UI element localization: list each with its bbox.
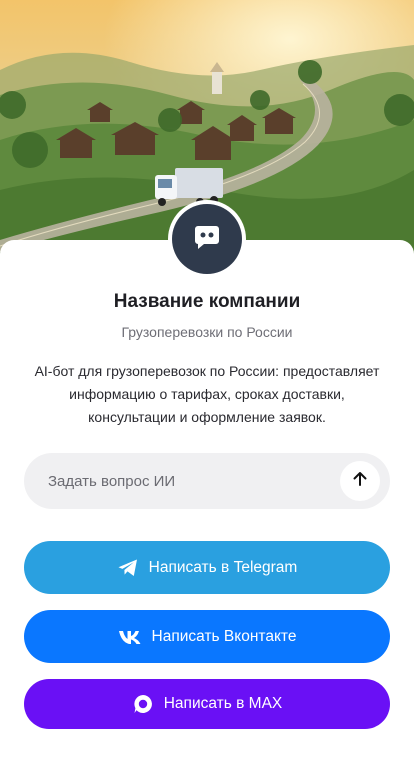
telegram-button-label: Написать в Telegram (148, 558, 298, 576)
vk-button-label: Написать Вконтакте (151, 627, 297, 645)
ask-ai-input[interactable] (24, 453, 334, 509)
company-subtitle: Грузоперевозки по России (121, 324, 293, 340)
avatar (168, 200, 246, 278)
telegram-icon (117, 558, 139, 578)
company-name: Название компании (113, 291, 301, 312)
max-icon (132, 693, 154, 715)
send-button[interactable] (340, 461, 380, 501)
vk-icon (118, 629, 142, 645)
telegram-button[interactable]: Написать в Telegram (24, 541, 390, 594)
arrow-up-icon (351, 470, 369, 493)
vk-button[interactable]: Написать Вконтакте (24, 610, 390, 663)
max-button[interactable]: Написать в MAX (24, 679, 390, 729)
ask-ai-bar (24, 453, 390, 509)
company-description: AI-бот для грузоперевозок по России: пре… (34, 363, 380, 425)
max-button-label: Написать в MAX (163, 695, 283, 712)
chat-bot-icon (192, 222, 222, 257)
